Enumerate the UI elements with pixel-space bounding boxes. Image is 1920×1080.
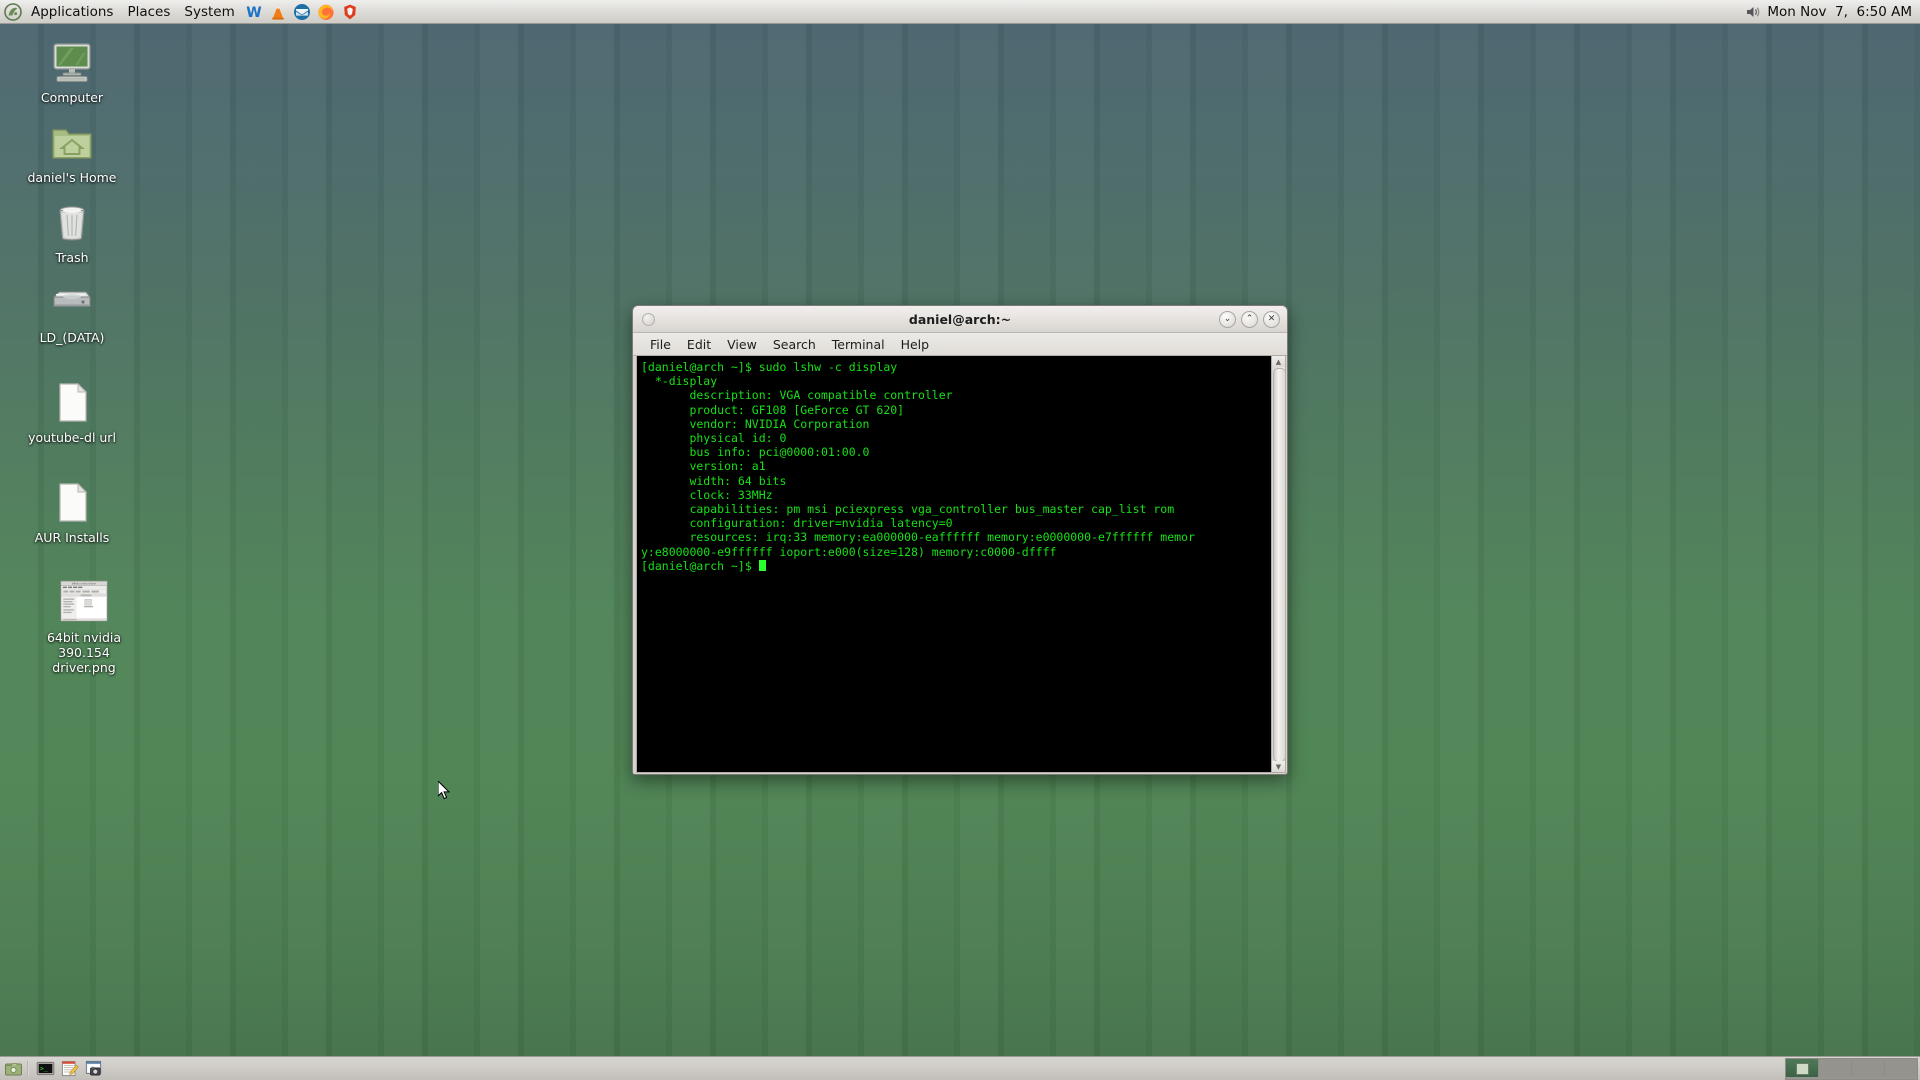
speaker-icon[interactable] (1745, 4, 1761, 20)
terminal-cursor (758, 559, 766, 571)
terminal-window[interactable]: daniel@arch:~ ⌄ ⌃ ✕ File Edit View Search Te… (632, 305, 1288, 775)
top-panel-tray: Mon Nov 7, 6:50 AM (1745, 4, 1920, 20)
launcher-wps-writer[interactable]: W (243, 1, 265, 23)
window-controls: ⌄ ⌃ ✕ (1219, 310, 1280, 328)
desktop-icon-label: AUR Installs (34, 530, 110, 545)
desktop-icon-youtube-dl[interactable]: youtube-dl url (18, 378, 126, 445)
menu-places[interactable]: Places (120, 2, 177, 22)
terminal-prompt: [daniel@arch ~]$ (641, 558, 759, 573)
computer-monitor-icon (48, 38, 96, 86)
desktop-icon-label: youtube-dl url (28, 430, 116, 445)
desktop-background[interactable]: Computer daniel's Home Trash LD_(DATA) y… (0, 0, 1920, 1080)
terminal-screen[interactable]: [daniel@arch ~]$ sudo lshw -c display *-… (637, 356, 1271, 772)
scroll-up-arrow-icon[interactable]: ▲ (1272, 356, 1285, 367)
desktop-icon-label: 64bit nvidia 390.154 driver.png (46, 630, 122, 675)
workspace-2[interactable] (1819, 1058, 1852, 1077)
svg-text:>_: >_ (40, 1065, 48, 1073)
terminal-scrollbar[interactable]: ▲ ▼ (1271, 356, 1286, 772)
desktop-icon-label: Computer (40, 90, 104, 105)
minimize-button[interactable]: ⌄ (1219, 310, 1236, 328)
notepad-pencil-icon[interactable] (58, 1058, 80, 1080)
terminal-menu-file[interactable]: File (643, 335, 678, 354)
scroll-down-arrow-icon[interactable]: ▼ (1272, 761, 1285, 772)
menu-system[interactable]: System (177, 2, 241, 22)
launcher-firefox[interactable] (315, 1, 337, 23)
desktop-icon-nvidia-png[interactable]: 64bit nvidia driver 64bit nvidia 390.154… (30, 578, 138, 675)
workspace-1[interactable] (1786, 1058, 1819, 1077)
top-panel: Applications Places System W Mon Nov 7, … (0, 0, 1920, 24)
workspace-switcher (1785, 1057, 1918, 1080)
workspace-3[interactable] (1852, 1058, 1885, 1077)
hard-drive-icon (48, 278, 96, 326)
top-panel-menus: Applications Places System (24, 2, 242, 22)
screenshot-camera-icon[interactable] (82, 1058, 104, 1080)
terminal-body[interactable]: [daniel@arch ~]$ sudo lshw -c display *-… (636, 355, 1286, 773)
workspace-4[interactable] (1885, 1058, 1917, 1077)
mouse-pointer (438, 781, 451, 800)
terminal-menu-help[interactable]: Help (894, 335, 937, 354)
terminal-title-bar[interactable]: daniel@arch:~ ⌄ ⌃ ✕ (633, 306, 1287, 333)
desktop-icon-ld-data[interactable]: LD_(DATA) (18, 278, 126, 345)
terminal-menu-terminal[interactable]: Terminal (825, 335, 892, 354)
clock[interactable]: Mon Nov 7, 6:50 AM (1767, 4, 1912, 20)
text-file-icon (48, 478, 96, 526)
svg-text:64bit nvidia driver: 64bit nvidia driver (72, 582, 97, 586)
bottom-panel: >_ (0, 1056, 1920, 1080)
terminal-menu-search[interactable]: Search (766, 335, 823, 354)
panel-separator (27, 1060, 29, 1077)
desktop-icon-label: daniel's Home (27, 170, 117, 185)
maximize-button[interactable]: ⌃ (1241, 310, 1258, 328)
terminal-output: [daniel@arch ~]$ sudo lshw -c display *-… (641, 360, 1195, 559)
desktop-icon-aur[interactable]: AUR Installs (18, 478, 126, 545)
close-button[interactable]: ✕ (1263, 310, 1280, 328)
menu-applications[interactable]: Applications (24, 2, 120, 22)
launcher-thunderbird[interactable] (291, 1, 313, 23)
terminal-menu-edit[interactable]: Edit (680, 335, 718, 354)
svg-text:W: W (246, 5, 261, 21)
terminal-menu-view[interactable]: View (720, 335, 764, 354)
desktop-icon-home[interactable]: daniel's Home (18, 118, 126, 185)
home-folder-icon (48, 118, 96, 166)
terminal-title: daniel@arch:~ (908, 311, 1012, 327)
desktop-icon-label: LD_(DATA) (39, 330, 105, 345)
terminal-icon[interactable]: >_ (34, 1058, 56, 1080)
show-desktop-icon[interactable] (2, 1058, 24, 1080)
text-file-icon (48, 378, 96, 426)
launcher-vlc[interactable] (267, 1, 289, 23)
desktop-icon-computer[interactable]: Computer (18, 38, 126, 105)
desktop-icon-trash[interactable]: Trash (18, 198, 126, 265)
gnome-foot-icon[interactable] (2, 2, 24, 22)
image-thumbnail-icon: 64bit nvidia driver (60, 578, 108, 626)
launcher-brave[interactable] (339, 1, 361, 23)
terminal-menu-bar: File Edit View Search Terminal Help (633, 333, 1287, 356)
desktop-icon-label: Trash (55, 250, 89, 265)
scrollbar-thumb[interactable] (1273, 368, 1286, 762)
window-menu-icon[interactable] (642, 312, 655, 326)
trash-bin-icon (48, 198, 96, 246)
